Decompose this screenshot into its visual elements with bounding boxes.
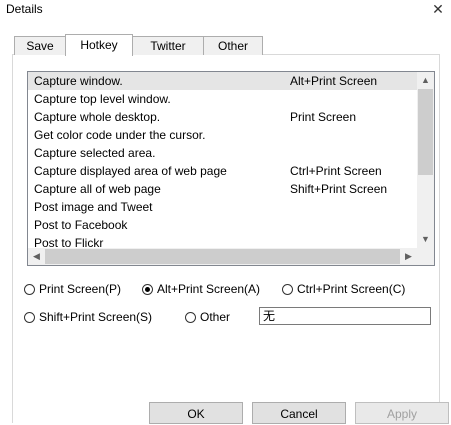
- list-item-hotkey: Print Screen: [290, 110, 357, 124]
- list-item-hotkey: Ctrl+Print Screen: [290, 164, 382, 178]
- scroll-left-icon[interactable]: ◀: [28, 248, 45, 265]
- radio-circle[interactable]: [24, 312, 35, 323]
- radio-label: Other: [200, 310, 231, 324]
- radio-print-screen[interactable]: Print Screen(P): [24, 281, 121, 297]
- list-item-hotkey: Shift+Print Screen: [290, 182, 388, 196]
- list-item[interactable]: Post image and Tweet: [28, 198, 417, 216]
- list-item-action: Capture window.: [34, 74, 123, 88]
- list-item-action: Capture selected area.: [34, 146, 156, 160]
- list-item-action: Post image and Tweet: [34, 200, 153, 214]
- list-item-action: Capture all of web page: [34, 182, 161, 196]
- list-item-action: Capture whole desktop.: [34, 110, 161, 124]
- list-item[interactable]: Capture selected area.: [28, 144, 417, 162]
- radio-circle[interactable]: [24, 284, 35, 295]
- radio-circle[interactable]: [185, 312, 196, 323]
- list-item[interactable]: Capture all of web page Shift+Print Scre…: [28, 180, 417, 198]
- radio-circle[interactable]: [282, 284, 293, 295]
- list-item[interactable]: Capture displayed area of web page Ctrl+…: [28, 162, 417, 180]
- list-item-action: Capture displayed area of web page: [34, 164, 227, 178]
- radio-alt-print-screen[interactable]: Alt+Print Screen(A): [142, 281, 260, 297]
- radio-label: Alt+Print Screen(A): [157, 282, 261, 296]
- hotkey-list[interactable]: Capture window. Alt+Print Screen Capture…: [27, 71, 435, 266]
- close-icon[interactable]: ✕: [425, 0, 451, 20]
- radio-label: Print Screen(P): [39, 282, 122, 296]
- scroll-right-icon[interactable]: ▶: [400, 248, 417, 265]
- tab-hotkey[interactable]: Hotkey: [65, 34, 133, 56]
- radio-label: Shift+Print Screen(S): [39, 310, 153, 324]
- vertical-scroll-thumb[interactable]: [418, 89, 433, 175]
- list-item-hotkey: Alt+Print Screen: [290, 74, 378, 88]
- scroll-down-icon[interactable]: ▼: [417, 231, 434, 248]
- list-item[interactable]: Capture whole desktop. Print Screen: [28, 108, 417, 126]
- window-title: Details: [6, 2, 43, 16]
- vertical-scrollbar[interactable]: ▲ ▼: [417, 72, 434, 248]
- list-item[interactable]: Post to Flickr: [28, 234, 417, 248]
- horizontal-scrollbar[interactable]: ◀ ▶: [28, 248, 417, 265]
- radio-circle[interactable]: [142, 284, 153, 295]
- scrollbar-corner: [417, 248, 434, 265]
- cancel-button[interactable]: Cancel: [252, 402, 346, 424]
- list-item-action: Post to Flickr: [34, 236, 104, 248]
- list-item-action: Get color code under the cursor.: [34, 128, 206, 142]
- list-item[interactable]: Post to Facebook: [28, 216, 417, 234]
- radio-shift-print-screen[interactable]: Shift+Print Screen(S): [24, 309, 152, 325]
- radio-other[interactable]: Other: [185, 309, 230, 325]
- tab-other[interactable]: Other: [203, 36, 263, 55]
- list-item[interactable]: Get color code under the cursor.: [28, 126, 417, 144]
- tab-twitter[interactable]: Twitter: [132, 36, 204, 55]
- scroll-up-icon[interactable]: ▲: [417, 72, 434, 89]
- tab-save[interactable]: Save: [14, 36, 66, 55]
- other-hotkey-input[interactable]: 无: [259, 307, 431, 325]
- list-item[interactable]: Capture window. Alt+Print Screen: [28, 72, 417, 90]
- list-item-action: Capture top level window.: [34, 92, 171, 106]
- title-bar: Details ✕: [0, 0, 451, 22]
- list-item[interactable]: Capture top level window.: [28, 90, 417, 108]
- horizontal-scroll-thumb[interactable]: [45, 249, 400, 264]
- list-item-action: Post to Facebook: [34, 218, 128, 232]
- ok-button[interactable]: OK: [149, 402, 243, 424]
- radio-label: Ctrl+Print Screen(C): [297, 282, 406, 296]
- apply-button[interactable]: Apply: [355, 402, 449, 424]
- radio-ctrl-print-screen[interactable]: Ctrl+Print Screen(C): [282, 281, 405, 297]
